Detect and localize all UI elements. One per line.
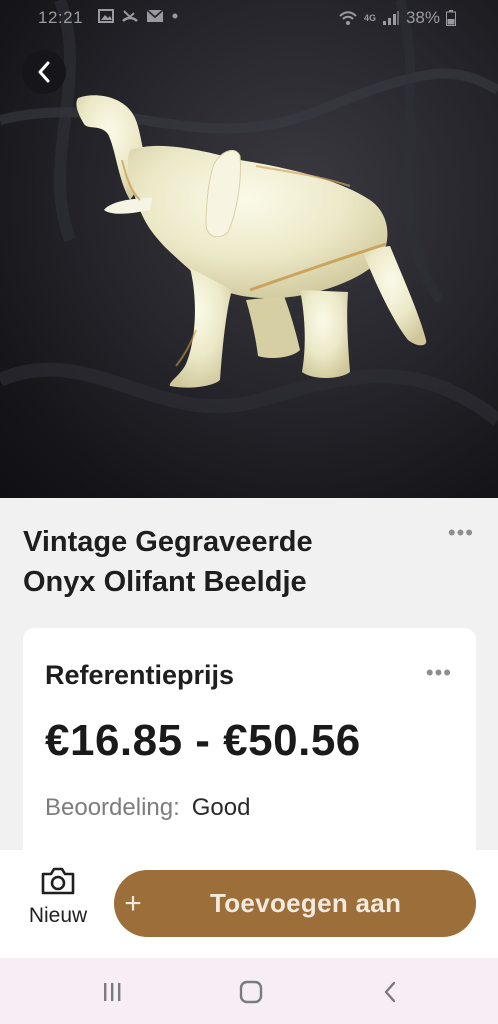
back-icon bbox=[384, 981, 396, 1003]
system-back-button[interactable] bbox=[376, 980, 404, 1004]
reference-price-heading: Referentieprijs bbox=[45, 660, 235, 690]
price-range: €16.85 - €50.56 bbox=[45, 716, 361, 765]
elephant-figurine-image bbox=[0, 0, 498, 426]
rating-value: Good bbox=[191, 794, 251, 821]
back-button[interactable] bbox=[22, 50, 66, 94]
missed-call-icon bbox=[122, 10, 138, 22]
system-nav-bar bbox=[0, 958, 498, 1024]
wifi-icon bbox=[339, 11, 357, 25]
camera-icon bbox=[41, 867, 75, 895]
add-to-button[interactable]: + Toevoegen aan bbox=[114, 870, 476, 937]
recent-apps-icon bbox=[104, 983, 121, 1001]
rating-label: Beoordeling: bbox=[45, 794, 180, 821]
plus-icon: + bbox=[124, 886, 142, 920]
battery-percent: 38% bbox=[405, 8, 440, 27]
price-more-options-button[interactable]: ••• bbox=[426, 662, 452, 684]
price-card: Referentieprijs ••• €16.85 - €50.56 Beoo… bbox=[23, 628, 476, 868]
gallery-icon bbox=[98, 9, 114, 23]
new-scan-label: Nieuw bbox=[28, 904, 88, 927]
product-title: Vintage Gegraveerde Onyx Olifant Beeldje bbox=[23, 526, 313, 598]
add-to-label: Toevoegen aan bbox=[210, 888, 402, 918]
home-icon bbox=[239, 980, 263, 1004]
status-time: 12:21 bbox=[38, 8, 84, 27]
signal-icon bbox=[382, 11, 399, 25]
product-photo[interactable]: 12:21 4G 38% bbox=[0, 0, 498, 498]
title-more-options-button[interactable]: ••• bbox=[448, 522, 474, 544]
home-button[interactable] bbox=[237, 980, 265, 1004]
title-section: Vintage Gegraveerde Onyx Olifant Beeldje… bbox=[23, 522, 478, 602]
recent-apps-button[interactable] bbox=[98, 980, 126, 1004]
new-scan-button[interactable]: Nieuw bbox=[14, 864, 102, 952]
4g-icon: 4G bbox=[363, 12, 376, 23]
status-bar: 12:21 4G 38% bbox=[0, 0, 498, 36]
chevron-left-icon bbox=[38, 61, 50, 83]
bottom-action-bar: Nieuw + Toevoegen aan bbox=[0, 850, 498, 958]
rating-row: Beoordeling: Good bbox=[45, 794, 250, 822]
battery-icon bbox=[446, 10, 456, 26]
dot-icon bbox=[172, 13, 178, 19]
mail-icon bbox=[146, 9, 164, 22]
